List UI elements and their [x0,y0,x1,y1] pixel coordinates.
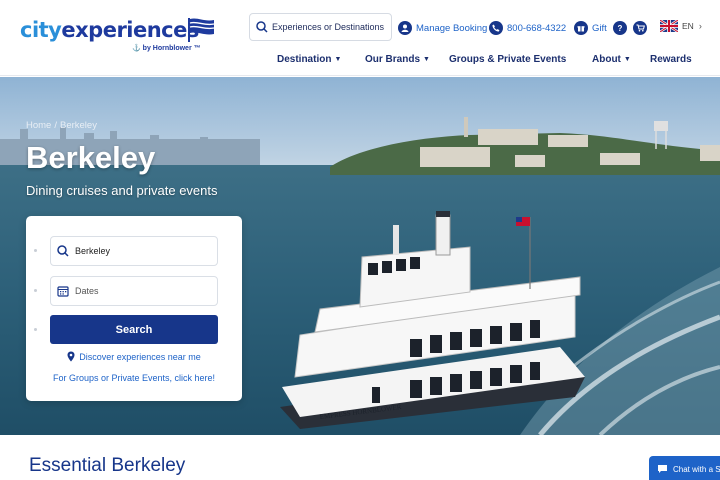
site-header: cityexperiences ⚓ by Hornblower ™ Experi… [0,0,720,76]
page-subtitle: Dining cruises and private events [26,183,218,198]
nav-our-brands-label: Our Brands [365,53,421,65]
chat-bubble-icon [658,465,667,473]
help-button[interactable]: ? [613,20,631,36]
location-input[interactable]: Berkeley [50,236,218,266]
header-search-input[interactable]: Experiences or Destinations [249,13,392,41]
nav-about-label: About [592,53,621,65]
search-button[interactable]: Search [50,315,218,344]
nav-our-brands[interactable]: Our Brands ▼ [365,51,430,67]
groups-events-link[interactable]: For Groups or Private Events, click here… [26,373,242,383]
search-icon [256,21,268,33]
manage-booking-label: Manage Booking [416,22,488,34]
page: cityexperiences ⚓ by Hornblower ™ Experi… [0,0,720,480]
nav-destination[interactable]: Destination ▼ [277,51,341,67]
nav-groups-private-events[interactable]: Groups & Private Events [449,51,566,67]
nav-rewards[interactable]: Rewards [650,51,692,67]
dates-input[interactable]: Dates [50,276,218,306]
manage-booking-link[interactable]: Manage Booking [398,20,487,36]
step-dot [34,289,37,292]
breadcrumb: Home / Berkeley [26,120,97,131]
chevron-down-icon: ▼ [623,55,631,63]
calendar-icon [57,286,69,297]
language-code: EN [682,21,694,31]
uk-flag-icon [660,20,678,32]
breadcrumb-home[interactable]: Home [26,120,51,131]
gift-label: Gift [592,22,607,34]
chevron-right-icon: › [698,21,702,31]
logo-subtitle: ⚓ by Hornblower ™ [132,45,201,52]
phone-number: 800-668-4322 [507,22,567,34]
chevron-down-icon: ▼ [334,55,342,63]
nav-groups-label: Groups & Private Events [449,53,567,65]
section-heading: Essential Berkeley [29,455,186,476]
help-icon: ? [613,21,627,35]
step-dot [34,249,37,252]
phone-link[interactable]: 800-668-4322 [489,20,566,36]
header-search-placeholder: Experiences or Destinations [272,22,385,32]
language-selector[interactable]: EN › [660,20,702,32]
phone-icon [489,21,503,35]
nav-destination-label: Destination [277,53,332,65]
breadcrumb-current: Berkeley [59,120,97,131]
breadcrumb-separator: / [54,120,57,131]
logo-wordmark: cityexperiences [20,18,199,42]
cart-button[interactable] [633,20,651,36]
nav-about[interactable]: About ▼ [592,51,631,67]
page-title: Berkeley [26,140,156,175]
chat-label: Chat with a Sp [673,464,720,474]
cart-icon [633,21,647,35]
gift-icon [574,21,588,35]
chevron-down-icon: ▼ [423,55,430,63]
gift-link[interactable]: Gift [574,20,607,36]
nav-rewards-label: Rewards [650,53,692,65]
location-pin-icon [67,351,75,362]
location-value: Berkeley [75,246,111,256]
search-icon [57,245,69,257]
chat-button[interactable]: Chat with a Sp [649,456,720,480]
near-me-label: Discover experiences near me [79,351,201,362]
near-me-link[interactable]: Discover experiences near me [26,351,242,362]
user-icon [398,21,412,35]
step-dot [34,328,37,331]
logo[interactable]: cityexperiences ⚓ by Hornblower ™ [20,18,215,58]
flag-logo-icon [188,18,215,42]
dates-placeholder: Dates [75,286,99,296]
search-card: Berkeley Dates Search Discover experienc… [26,216,242,401]
